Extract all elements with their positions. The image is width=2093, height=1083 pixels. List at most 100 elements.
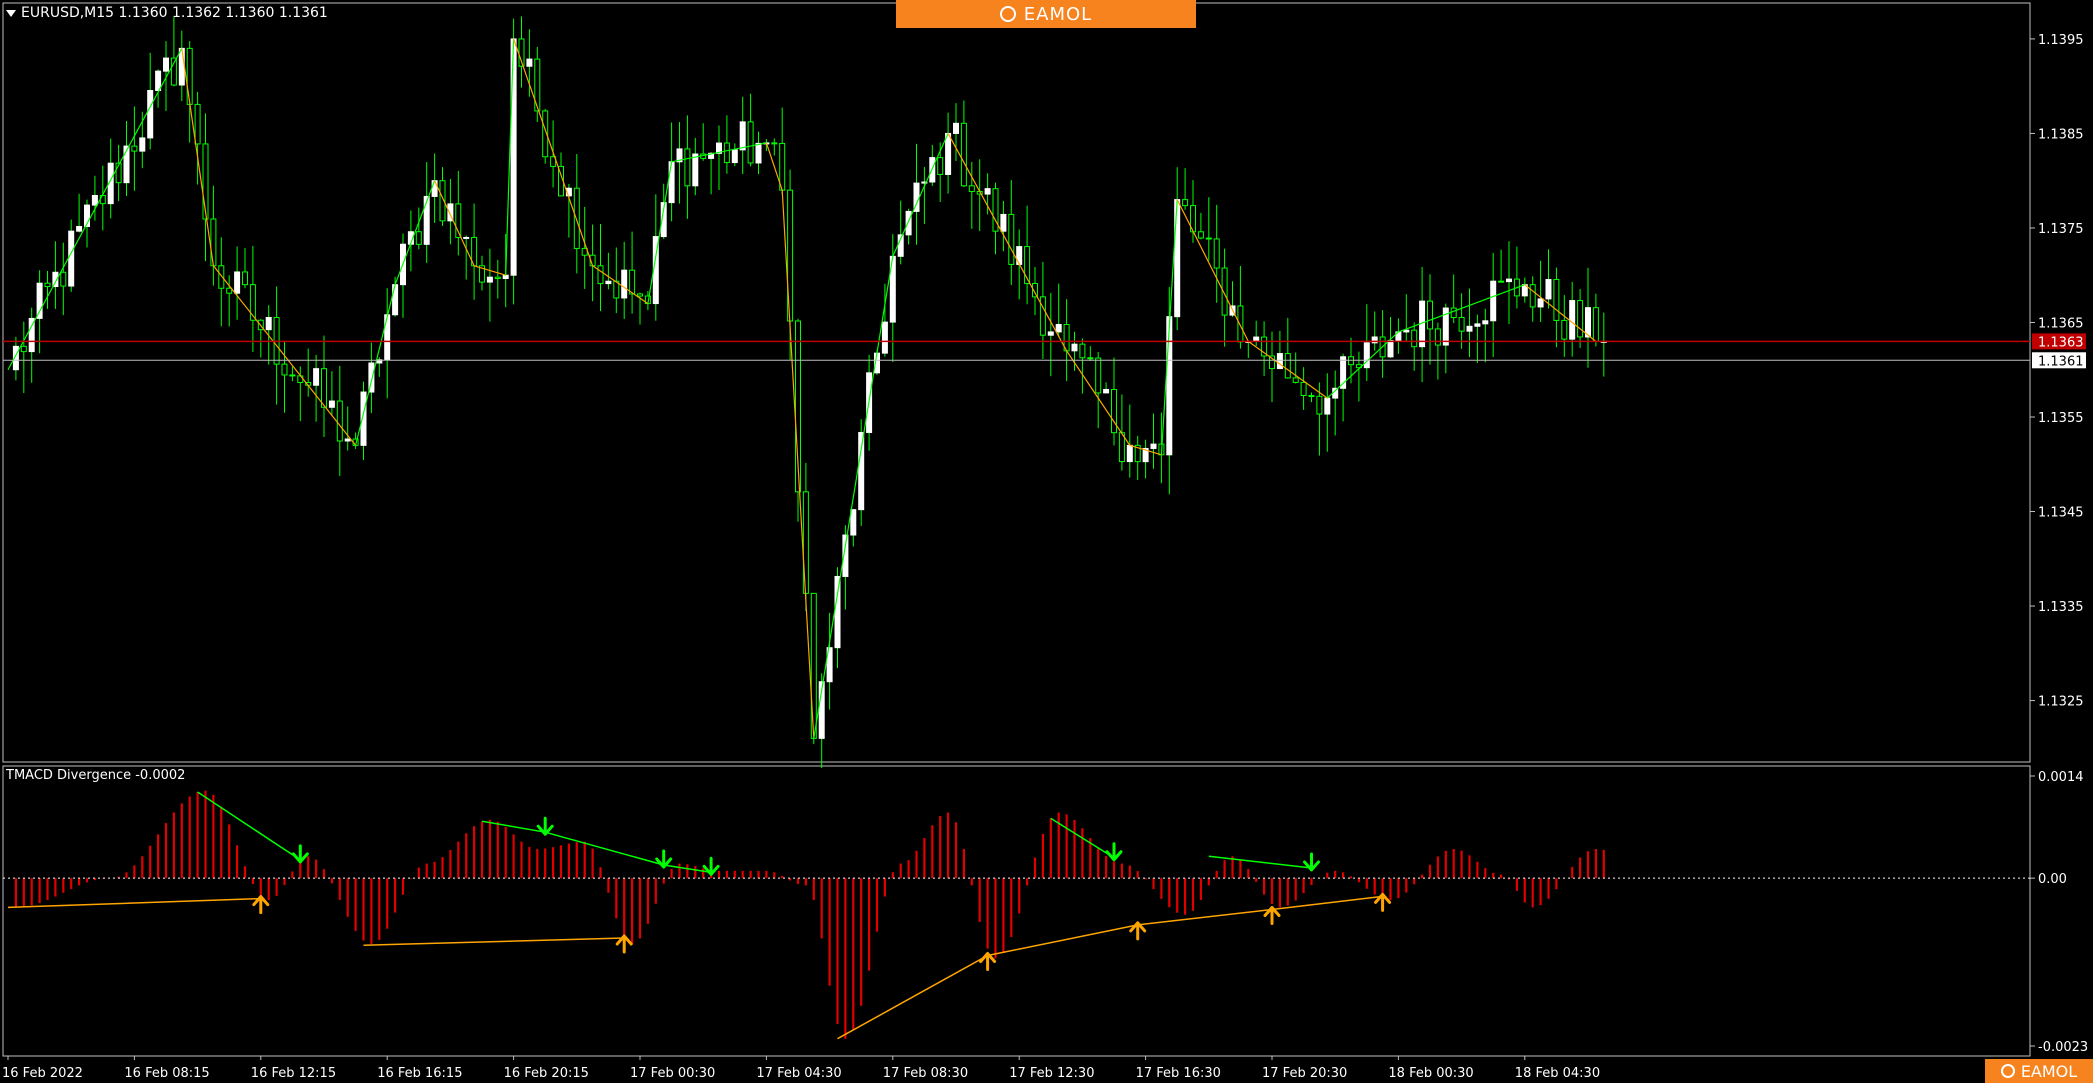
price-chart[interactable]: 1.1395 1.1385 1.1375 1.1365 1.1355 1.1345 1.13… xyxy=(0,0,2093,1083)
bearish-divergence-line xyxy=(481,820,712,874)
candle-body xyxy=(1111,389,1117,434)
candle-body xyxy=(20,345,27,353)
candle-body xyxy=(881,321,888,354)
candle-body xyxy=(463,236,470,239)
candle-body xyxy=(242,271,248,286)
zigzag-segment xyxy=(212,265,357,446)
candle-body xyxy=(1237,305,1244,343)
brand-banner[interactable]: EAMOL xyxy=(896,0,1196,28)
candle-body xyxy=(945,132,952,175)
candle-body xyxy=(1585,307,1591,338)
price-tick-label: 1.1385 xyxy=(2038,127,2084,142)
candle-body xyxy=(147,89,154,139)
price-tick-label: 1.1365 xyxy=(2038,316,2084,331)
zigzag-segment xyxy=(434,180,475,267)
candle-body xyxy=(850,509,857,536)
price-tick-label: 1.1375 xyxy=(2038,222,2084,237)
candle-body xyxy=(605,280,612,285)
time-tick-label: 16 Feb 2022 xyxy=(2,1066,83,1081)
candle-body xyxy=(1474,323,1481,327)
candle-body xyxy=(1071,343,1078,352)
candle-body xyxy=(960,122,967,187)
zigzag-segment xyxy=(947,133,1068,352)
candle-body xyxy=(1387,340,1394,358)
candle-body xyxy=(1126,444,1133,463)
histogram-group xyxy=(14,790,1605,1039)
candle-body xyxy=(684,148,691,187)
candle-body xyxy=(1205,237,1212,240)
candle-body xyxy=(234,271,241,294)
bid-price-tag: 1.1361 xyxy=(2038,354,2084,369)
candle-body xyxy=(1308,395,1315,398)
candle-body xyxy=(968,185,975,192)
bullish-divergence-line xyxy=(7,897,261,909)
time-tick-label: 16 Feb 16:15 xyxy=(377,1066,462,1081)
candle-body xyxy=(313,368,320,386)
candle-body xyxy=(1182,199,1189,207)
candle-body xyxy=(668,161,675,204)
candle-body xyxy=(953,122,959,134)
candle-body xyxy=(76,226,83,232)
bearish-arrow-icon xyxy=(1105,842,1123,862)
candle-body xyxy=(1008,213,1015,265)
time-tick-label: 18 Feb 04:30 xyxy=(1515,1066,1600,1081)
zigzag-segment xyxy=(1176,199,1249,342)
time-tick-label: 17 Feb 20:30 xyxy=(1262,1066,1347,1081)
candle-body xyxy=(1537,298,1544,308)
indicator-panel-frame xyxy=(2,765,2031,1057)
candle-body xyxy=(1150,443,1157,449)
indicator-tick-label: 0.0014 xyxy=(2038,770,2084,785)
bearish-arrow-icon xyxy=(655,849,673,869)
candle-body xyxy=(328,400,335,408)
bearish-arrow-icon xyxy=(291,844,309,864)
candle-body xyxy=(502,274,509,280)
candle-body xyxy=(1403,329,1410,333)
time-tick-label: 17 Feb 08:30 xyxy=(883,1066,968,1081)
candle-body xyxy=(984,188,991,195)
candle-body xyxy=(1482,320,1489,325)
candle-body xyxy=(289,374,296,377)
zigzag-group xyxy=(7,38,1597,739)
brand-corner-badge[interactable]: EAMOL xyxy=(1985,1059,2093,1083)
candle-body xyxy=(1363,342,1370,369)
candle-body xyxy=(1039,296,1046,336)
candle-body xyxy=(131,145,138,152)
candle-body xyxy=(155,70,162,91)
candle-body xyxy=(937,157,944,175)
candle-body xyxy=(486,276,493,283)
price-tick-label: 1.1345 xyxy=(2038,506,2084,521)
candle-body xyxy=(1079,343,1086,359)
triangle-down-icon[interactable] xyxy=(6,9,16,17)
chart-window[interactable]: 1.1395 1.1385 1.1375 1.1365 1.1355 1.1345 1.13… xyxy=(0,0,2093,1083)
candle-body xyxy=(905,210,912,236)
candle-body xyxy=(747,121,754,164)
symbol-header[interactable]: EURUSD,M15 1.1360 1.1362 1.1360 1.1361 xyxy=(6,5,328,21)
candle-body xyxy=(1411,329,1418,348)
candle-body xyxy=(858,432,865,511)
candle-body xyxy=(1284,353,1291,379)
candle-body xyxy=(36,282,43,319)
candle-body xyxy=(597,265,604,285)
candle-body xyxy=(1055,324,1062,333)
candle-body xyxy=(1561,319,1568,340)
candles-group xyxy=(12,16,1607,769)
candle-body xyxy=(494,276,501,280)
candle-body xyxy=(44,282,51,288)
ask-price-tag: 1.1363 xyxy=(2038,335,2084,350)
time-tick-label: 16 Feb 08:15 xyxy=(124,1066,209,1081)
brand-name-corner: EAMOL xyxy=(2020,1061,2078,1081)
candle-body xyxy=(91,194,98,206)
candle-body xyxy=(163,57,169,72)
zigzag-segment xyxy=(513,38,594,266)
bullish-divergence-line xyxy=(363,937,625,947)
candle-body xyxy=(1545,278,1552,300)
indicator-label: TMACD Divergence -0.0002 xyxy=(6,768,186,783)
candle-body xyxy=(1577,300,1584,338)
candle-body xyxy=(1450,307,1457,318)
candle-body xyxy=(1000,213,1007,232)
time-tick-label: 16 Feb 20:15 xyxy=(504,1066,589,1081)
candle-body xyxy=(281,363,288,376)
indicator-tick-label: -0.0023 xyxy=(2038,1040,2088,1055)
time-tick-label: 17 Feb 00:30 xyxy=(630,1066,715,1081)
candle-body xyxy=(210,218,217,267)
